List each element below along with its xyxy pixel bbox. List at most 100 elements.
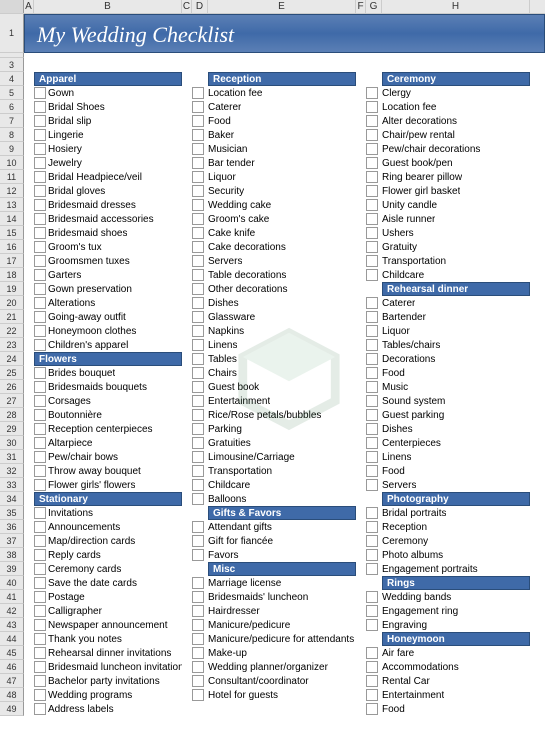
list-item[interactable]: Corsages bbox=[34, 394, 182, 408]
checkbox[interactable] bbox=[366, 689, 378, 701]
list-item[interactable]: Announcements bbox=[34, 520, 182, 534]
checkbox[interactable] bbox=[366, 101, 378, 113]
checkbox[interactable] bbox=[192, 675, 204, 687]
checkbox[interactable] bbox=[366, 227, 378, 239]
list-item[interactable]: Bridal portraits bbox=[382, 506, 530, 520]
row-header[interactable]: 26 bbox=[0, 380, 24, 394]
list-item[interactable]: Chairs bbox=[208, 366, 356, 380]
checkbox[interactable] bbox=[192, 479, 204, 491]
list-item[interactable]: Bridal slip bbox=[34, 114, 182, 128]
checkbox[interactable] bbox=[192, 129, 204, 141]
checkbox[interactable] bbox=[34, 115, 46, 127]
checkbox[interactable] bbox=[192, 591, 204, 603]
list-item[interactable]: Attendant gifts bbox=[208, 520, 356, 534]
list-item[interactable]: Guest book/pen bbox=[382, 156, 530, 170]
checkbox[interactable] bbox=[192, 689, 204, 701]
checkbox[interactable] bbox=[34, 367, 46, 379]
checkbox[interactable] bbox=[366, 353, 378, 365]
checkbox[interactable] bbox=[192, 213, 204, 225]
checkbox[interactable] bbox=[366, 465, 378, 477]
checkbox[interactable] bbox=[192, 157, 204, 169]
row-header[interactable]: 1 bbox=[0, 14, 24, 53]
section-header[interactable]: Rings bbox=[382, 576, 530, 590]
list-item[interactable]: Consultant/coordinator bbox=[208, 674, 356, 688]
checkbox[interactable] bbox=[34, 339, 46, 351]
list-item[interactable]: Hosiery bbox=[34, 142, 182, 156]
list-item[interactable]: Going-away outfit bbox=[34, 310, 182, 324]
list-item[interactable]: Postage bbox=[34, 590, 182, 604]
list-item[interactable]: Groom's cake bbox=[208, 212, 356, 226]
checkbox[interactable] bbox=[192, 423, 204, 435]
list-item[interactable]: Hairdresser bbox=[208, 604, 356, 618]
row-header[interactable]: 29 bbox=[0, 422, 24, 436]
checkbox[interactable] bbox=[366, 171, 378, 183]
row-header[interactable]: 3 bbox=[0, 58, 24, 72]
checkbox[interactable] bbox=[366, 437, 378, 449]
row-header[interactable]: 14 bbox=[0, 212, 24, 226]
checkbox[interactable] bbox=[192, 409, 204, 421]
checkbox[interactable] bbox=[366, 381, 378, 393]
row-header[interactable]: 10 bbox=[0, 156, 24, 170]
row-header[interactable]: 25 bbox=[0, 366, 24, 380]
list-item[interactable]: Throw away bouquet bbox=[34, 464, 182, 478]
row-header[interactable]: 46 bbox=[0, 660, 24, 674]
list-item[interactable]: Rice/Rose petals/bubbles bbox=[208, 408, 356, 422]
checkbox[interactable] bbox=[192, 395, 204, 407]
checkbox[interactable] bbox=[34, 87, 46, 99]
list-item[interactable]: Transportation bbox=[382, 254, 530, 268]
list-item[interactable]: Parking bbox=[208, 422, 356, 436]
list-item[interactable]: Childcare bbox=[382, 268, 530, 282]
row-header[interactable]: 18 bbox=[0, 268, 24, 282]
list-item[interactable]: Transportation bbox=[208, 464, 356, 478]
checkbox[interactable] bbox=[366, 605, 378, 617]
list-item[interactable]: Invitations bbox=[34, 506, 182, 520]
list-item[interactable]: Limousine/Carriage bbox=[208, 450, 356, 464]
checkbox[interactable] bbox=[366, 521, 378, 533]
checkbox[interactable] bbox=[366, 339, 378, 351]
checkbox[interactable] bbox=[192, 87, 204, 99]
checkbox[interactable] bbox=[192, 605, 204, 617]
row-header[interactable]: 5 bbox=[0, 86, 24, 100]
list-item[interactable]: Tables/chairs bbox=[382, 338, 530, 352]
section-header[interactable]: Honeymoon bbox=[382, 632, 530, 646]
list-item[interactable]: Boutonnière bbox=[34, 408, 182, 422]
list-item[interactable]: Bridal Headpiece/veil bbox=[34, 170, 182, 184]
list-item[interactable]: Engraving bbox=[382, 618, 530, 632]
list-item[interactable]: Wedding cake bbox=[208, 198, 356, 212]
row-header[interactable]: 36 bbox=[0, 520, 24, 534]
list-item[interactable]: Ring bearer pillow bbox=[382, 170, 530, 184]
list-item[interactable]: Food bbox=[208, 114, 356, 128]
list-item[interactable]: Bachelor party invitations bbox=[34, 674, 182, 688]
checkbox[interactable] bbox=[366, 297, 378, 309]
checkbox[interactable] bbox=[366, 157, 378, 169]
checkbox[interactable] bbox=[192, 171, 204, 183]
row-header[interactable]: 23 bbox=[0, 338, 24, 352]
list-item[interactable]: Aisle runner bbox=[382, 212, 530, 226]
checkbox[interactable] bbox=[192, 297, 204, 309]
list-item[interactable]: Groom's tux bbox=[34, 240, 182, 254]
list-item[interactable]: Centerpieces bbox=[382, 436, 530, 450]
list-item[interactable]: Clergy bbox=[382, 86, 530, 100]
checkbox[interactable] bbox=[34, 255, 46, 267]
list-item[interactable]: Calligrapher bbox=[34, 604, 182, 618]
list-item[interactable]: Reception bbox=[382, 520, 530, 534]
col-header-c[interactable]: C bbox=[182, 0, 192, 13]
checkbox[interactable] bbox=[34, 451, 46, 463]
list-item[interactable]: Rehearsal dinner invitations bbox=[34, 646, 182, 660]
list-item[interactable]: Entertainment bbox=[382, 688, 530, 702]
row-header[interactable]: 13 bbox=[0, 198, 24, 212]
list-item[interactable]: Flower girl basket bbox=[382, 184, 530, 198]
list-item[interactable]: Bridal gloves bbox=[34, 184, 182, 198]
checkbox[interactable] bbox=[34, 325, 46, 337]
checkbox[interactable] bbox=[366, 241, 378, 253]
list-item[interactable]: Wedding bands bbox=[382, 590, 530, 604]
list-item[interactable]: Bridal Shoes bbox=[34, 100, 182, 114]
list-item[interactable]: Hotel for guests bbox=[208, 688, 356, 702]
section-header[interactable]: Misc bbox=[208, 562, 356, 576]
list-item[interactable]: Food bbox=[382, 702, 530, 716]
col-header-e[interactable]: E bbox=[208, 0, 356, 13]
checkbox[interactable] bbox=[366, 87, 378, 99]
list-item[interactable]: Chair/pew rental bbox=[382, 128, 530, 142]
checkbox[interactable] bbox=[366, 199, 378, 211]
checkbox[interactable] bbox=[34, 577, 46, 589]
